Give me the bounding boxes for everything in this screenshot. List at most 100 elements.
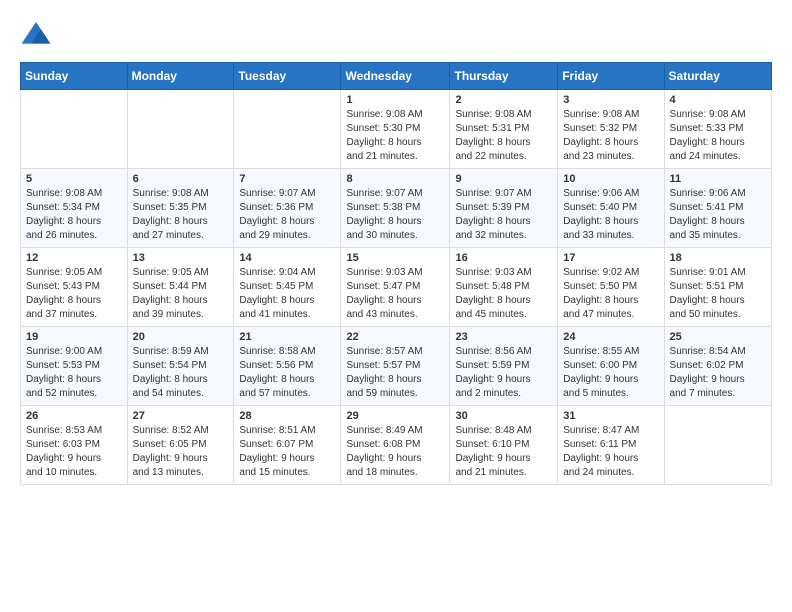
- logo: [20, 18, 56, 50]
- day-info: Sunrise: 8:56 AMSunset: 5:59 PMDaylight:…: [455, 345, 552, 401]
- day-info: Sunrise: 9:08 AMSunset: 5:34 PMDaylight:…: [26, 187, 122, 243]
- calendar-cell: [664, 406, 771, 485]
- day-info: Sunrise: 9:07 AMSunset: 5:39 PMDaylight:…: [455, 187, 552, 243]
- calendar-cell: 6 Sunrise: 9:08 AMSunset: 5:35 PMDaylight…: [127, 169, 234, 248]
- day-number: 27: [133, 410, 229, 422]
- day-info: Sunrise: 9:08 AMSunset: 5:31 PMDaylight:…: [455, 108, 552, 164]
- weekday-header-sunday: Sunday: [21, 63, 128, 90]
- day-number: 2: [455, 94, 552, 106]
- day-number: 6: [133, 173, 229, 185]
- calendar-cell: 3 Sunrise: 9:08 AMSunset: 5:32 PMDaylight…: [558, 90, 664, 169]
- day-info: Sunrise: 9:06 AMSunset: 5:40 PMDaylight:…: [563, 187, 658, 243]
- calendar-cell: 5 Sunrise: 9:08 AMSunset: 5:34 PMDaylight…: [21, 169, 128, 248]
- calendar-cell: 20Sunrise: 8:59 AMSunset: 5:54 PMDayligh…: [127, 327, 234, 406]
- calendar-cell: 1 Sunrise: 9:08 AMSunset: 5:30 PMDaylight…: [341, 90, 450, 169]
- weekday-row: SundayMondayTuesdayWednesdayThursdayFrid…: [21, 63, 772, 90]
- day-number: 15: [346, 252, 444, 264]
- calendar-cell: 8 Sunrise: 9:07 AMSunset: 5:38 PMDaylight…: [341, 169, 450, 248]
- day-number: 9: [455, 173, 552, 185]
- day-number: 28: [239, 410, 335, 422]
- day-info: Sunrise: 9:08 AMSunset: 5:32 PMDaylight:…: [563, 108, 658, 164]
- day-number: 20: [133, 331, 229, 343]
- calendar-cell: 28 Sunrise: 8:51 AMSunset: 6:07 PMDayligh…: [234, 406, 341, 485]
- calendar: SundayMondayTuesdayWednesdayThursdayFrid…: [20, 62, 772, 485]
- weekday-header-tuesday: Tuesday: [234, 63, 341, 90]
- day-info: Sunrise: 9:07 AMSunset: 5:38 PMDaylight:…: [346, 187, 444, 243]
- day-info: Sunrise: 8:48 AMSunset: 6:10 PMDaylight:…: [455, 424, 552, 480]
- calendar-cell: 4 Sunrise: 9:08 AMSunset: 5:33 PMDaylight…: [664, 90, 771, 169]
- day-number: 29: [346, 410, 444, 422]
- day-info: Sunrise: 8:57 AMSunset: 5:57 PMDaylight:…: [346, 345, 444, 401]
- page: SundayMondayTuesdayWednesdayThursdayFrid…: [0, 0, 792, 503]
- calendar-cell: 30 Sunrise: 8:48 AMSunset: 6:10 PMDayligh…: [450, 406, 558, 485]
- day-info: Sunrise: 8:47 AMSunset: 6:11 PMDaylight:…: [563, 424, 658, 480]
- day-number: 4: [670, 94, 766, 106]
- weekday-header-thursday: Thursday: [450, 63, 558, 90]
- calendar-cell: 29 Sunrise: 8:49 AMSunset: 6:08 PMDayligh…: [341, 406, 450, 485]
- calendar-cell: 11Sunrise: 9:06 AMSunset: 5:41 PMDayligh…: [664, 169, 771, 248]
- calendar-cell: 23 Sunrise: 8:56 AMSunset: 5:59 PMDayligh…: [450, 327, 558, 406]
- calendar-cell: 24Sunrise: 8:55 AMSunset: 6:00 PMDayligh…: [558, 327, 664, 406]
- day-info: Sunrise: 9:02 AMSunset: 5:50 PMDaylight:…: [563, 266, 658, 322]
- day-number: 5: [26, 173, 122, 185]
- day-number: 12: [26, 252, 122, 264]
- header: [20, 18, 772, 50]
- day-number: 18: [670, 252, 766, 264]
- day-number: 3: [563, 94, 658, 106]
- day-info: Sunrise: 8:51 AMSunset: 6:07 PMDaylight:…: [239, 424, 335, 480]
- calendar-cell: 22 Sunrise: 8:57 AMSunset: 5:57 PMDayligh…: [341, 327, 450, 406]
- calendar-body: 1 Sunrise: 9:08 AMSunset: 5:30 PMDaylight…: [21, 90, 772, 485]
- day-number: 23: [455, 331, 552, 343]
- week-row-5: 26 Sunrise: 8:53 AMSunset: 6:03 PMDayligh…: [21, 406, 772, 485]
- calendar-cell: 26 Sunrise: 8:53 AMSunset: 6:03 PMDayligh…: [21, 406, 128, 485]
- day-info: Sunrise: 9:03 AMSunset: 5:48 PMDaylight:…: [455, 266, 552, 322]
- day-number: 7: [239, 173, 335, 185]
- day-number: 24: [563, 331, 658, 343]
- week-row-1: 1 Sunrise: 9:08 AMSunset: 5:30 PMDaylight…: [21, 90, 772, 169]
- day-number: 11: [670, 173, 766, 185]
- week-row-3: 12 Sunrise: 9:05 AMSunset: 5:43 PMDayligh…: [21, 248, 772, 327]
- day-number: 26: [26, 410, 122, 422]
- calendar-cell: 15 Sunrise: 9:03 AMSunset: 5:47 PMDayligh…: [341, 248, 450, 327]
- calendar-cell: 10 Sunrise: 9:06 AMSunset: 5:40 PMDayligh…: [558, 169, 664, 248]
- calendar-cell: [127, 90, 234, 169]
- day-info: Sunrise: 8:49 AMSunset: 6:08 PMDaylight:…: [346, 424, 444, 480]
- day-info: Sunrise: 9:05 AMSunset: 5:43 PMDaylight:…: [26, 266, 122, 322]
- day-number: 21: [239, 331, 335, 343]
- day-number: 13: [133, 252, 229, 264]
- calendar-cell: 14Sunrise: 9:04 AMSunset: 5:45 PMDayligh…: [234, 248, 341, 327]
- weekday-header-monday: Monday: [127, 63, 234, 90]
- week-row-4: 19 Sunrise: 9:00 AMSunset: 5:53 PMDayligh…: [21, 327, 772, 406]
- day-number: 25: [670, 331, 766, 343]
- day-info: Sunrise: 8:53 AMSunset: 6:03 PMDaylight:…: [26, 424, 122, 480]
- day-info: Sunrise: 9:00 AMSunset: 5:53 PMDaylight:…: [26, 345, 122, 401]
- calendar-cell: 21Sunrise: 8:58 AMSunset: 5:56 PMDayligh…: [234, 327, 341, 406]
- day-info: Sunrise: 9:08 AMSunset: 5:35 PMDaylight:…: [133, 187, 229, 243]
- day-info: Sunrise: 9:03 AMSunset: 5:47 PMDaylight:…: [346, 266, 444, 322]
- day-info: Sunrise: 9:08 AMSunset: 5:30 PMDaylight:…: [346, 108, 444, 164]
- day-number: 1: [346, 94, 444, 106]
- calendar-cell: 2 Sunrise: 9:08 AMSunset: 5:31 PMDaylight…: [450, 90, 558, 169]
- calendar-cell: [234, 90, 341, 169]
- day-number: 8: [346, 173, 444, 185]
- day-number: 14: [239, 252, 335, 264]
- day-number: 10: [563, 173, 658, 185]
- day-number: 31: [563, 410, 658, 422]
- calendar-header: SundayMondayTuesdayWednesdayThursdayFrid…: [21, 63, 772, 90]
- day-number: 16: [455, 252, 552, 264]
- calendar-cell: 16 Sunrise: 9:03 AMSunset: 5:48 PMDayligh…: [450, 248, 558, 327]
- calendar-cell: 27Sunrise: 8:52 AMSunset: 6:05 PMDayligh…: [127, 406, 234, 485]
- day-number: 22: [346, 331, 444, 343]
- calendar-cell: 13Sunrise: 9:05 AMSunset: 5:44 PMDayligh…: [127, 248, 234, 327]
- calendar-cell: 7 Sunrise: 9:07 AMSunset: 5:36 PMDaylight…: [234, 169, 341, 248]
- calendar-cell: 25Sunrise: 8:54 AMSunset: 6:02 PMDayligh…: [664, 327, 771, 406]
- day-info: Sunrise: 9:08 AMSunset: 5:33 PMDaylight:…: [670, 108, 766, 164]
- day-info: Sunrise: 9:01 AMSunset: 5:51 PMDaylight:…: [670, 266, 766, 322]
- day-number: 19: [26, 331, 122, 343]
- weekday-header-wednesday: Wednesday: [341, 63, 450, 90]
- calendar-cell: 18 Sunrise: 9:01 AMSunset: 5:51 PMDayligh…: [664, 248, 771, 327]
- day-number: 30: [455, 410, 552, 422]
- weekday-header-saturday: Saturday: [664, 63, 771, 90]
- day-info: Sunrise: 9:07 AMSunset: 5:36 PMDaylight:…: [239, 187, 335, 243]
- calendar-cell: [21, 90, 128, 169]
